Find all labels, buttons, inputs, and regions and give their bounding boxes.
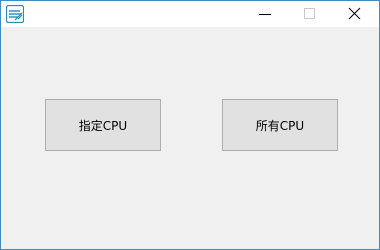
- client-area: 指定CPU 所有CPU: [1, 27, 379, 249]
- title-bar[interactable]: [1, 1, 379, 27]
- maximize-icon: [304, 8, 315, 19]
- all-cpu-button[interactable]: 所有CPU: [222, 99, 338, 151]
- minimize-button[interactable]: [245, 1, 285, 27]
- specified-cpu-button[interactable]: 指定CPU: [45, 99, 161, 151]
- close-button[interactable]: [333, 1, 373, 27]
- maximize-button[interactable]: [289, 1, 329, 27]
- app-window: 指定CPU 所有CPU: [0, 0, 380, 250]
- minimize-icon: [259, 14, 271, 15]
- app-logo-icon: [5, 4, 25, 24]
- close-icon: [348, 7, 361, 20]
